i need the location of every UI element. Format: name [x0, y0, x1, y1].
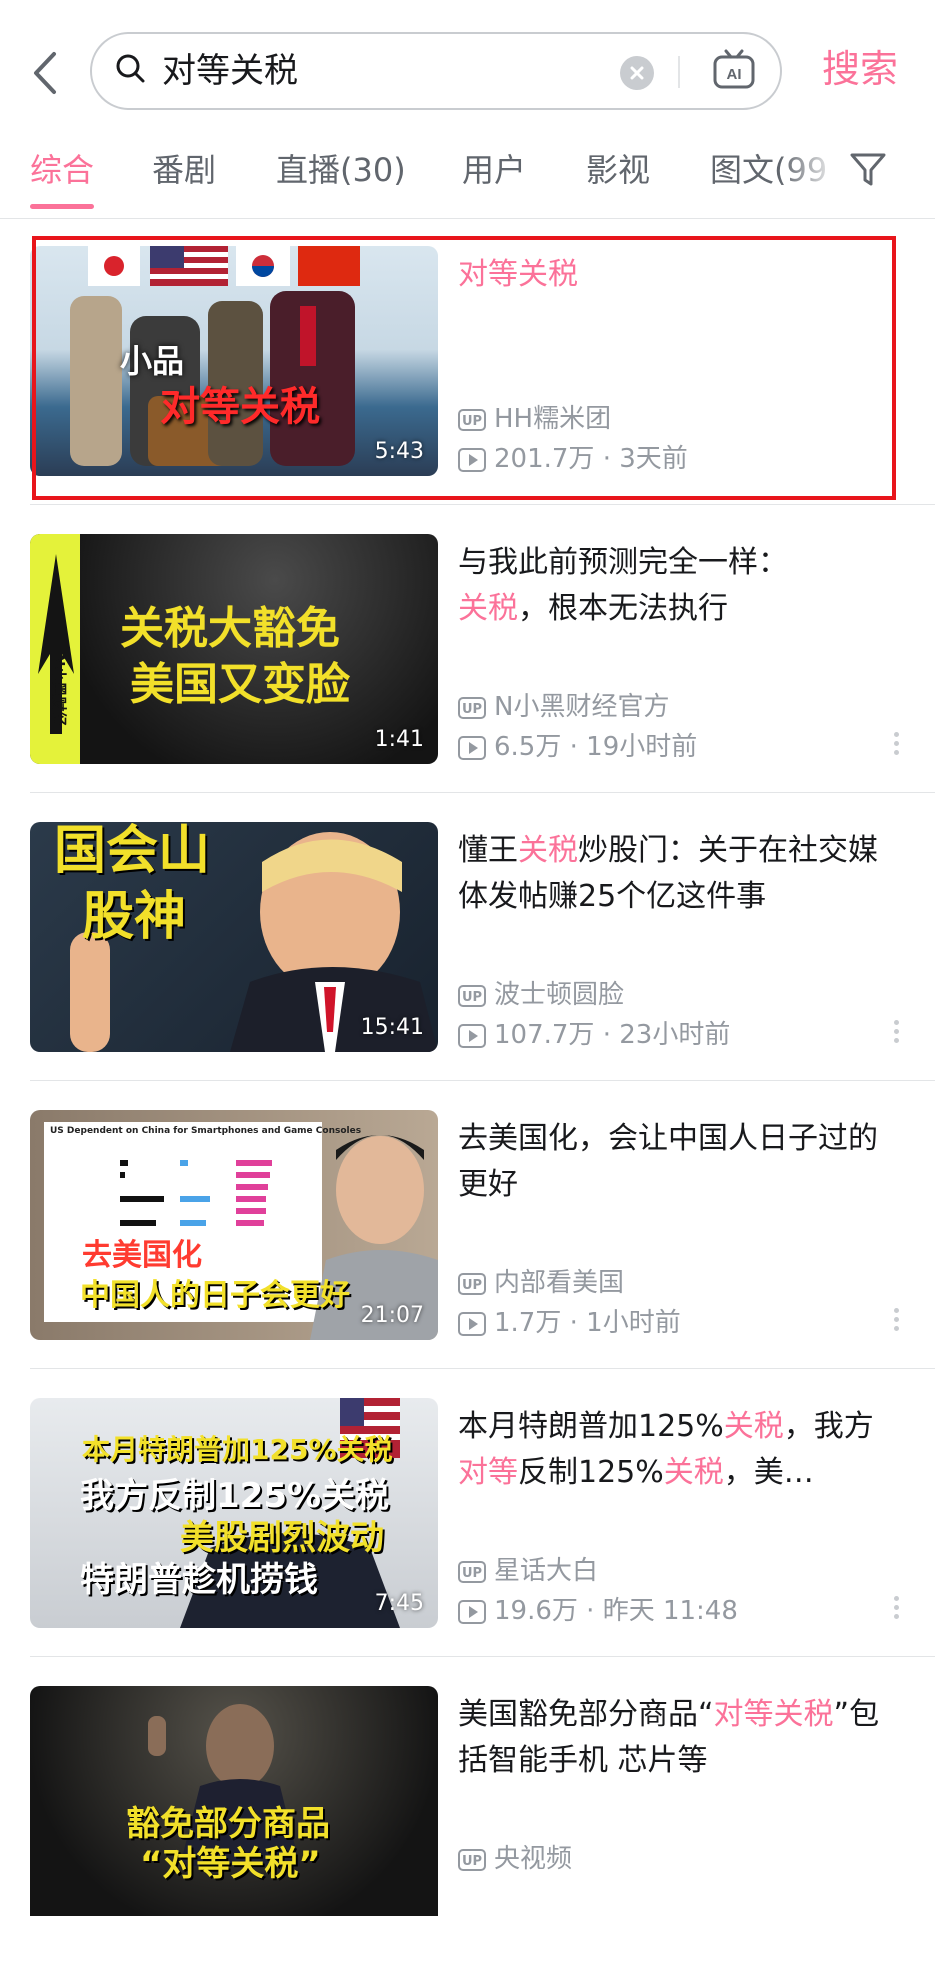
ai-assistant-icon[interactable]: AI: [712, 48, 756, 92]
up-badge-icon: UP: [458, 984, 486, 1007]
video-title[interactable]: 去美国化，会让中国人日子过的更好: [458, 1116, 898, 1208]
up-badge-icon: UP: [458, 1272, 486, 1295]
video-title[interactable]: 懂王关税炒股门：关于在社交媒体发帖赚25个亿这件事: [458, 828, 898, 920]
filter-icon[interactable]: [848, 150, 888, 190]
video-card[interactable]: 国会山 股神 15:41 懂王关税炒股门：关于在社交媒体发帖赚25个亿这件事 U…: [0, 822, 935, 1110]
play-count-icon: [458, 1311, 486, 1336]
tab-live[interactable]: 直播(30): [276, 148, 406, 192]
search-icon: [116, 54, 145, 83]
video-thumbnail[interactable]: US Dependent on China for Smartphones an…: [30, 1110, 438, 1340]
video-thumbnail[interactable]: 本月特朗普加125%关税 我方反制125%关税 美股剧烈波动 特朗普趁机捞钱 7…: [30, 1398, 438, 1628]
tab-active-indicator: [30, 204, 94, 209]
video-stats: 19.6万 · 昨天 11:48: [458, 1594, 738, 1628]
video-duration: 7:45: [374, 1591, 424, 1616]
more-options-icon[interactable]: [892, 732, 900, 762]
video-stats: 107.7万 · 23小时前: [458, 1018, 730, 1052]
list-divider: [30, 1080, 935, 1081]
uploader[interactable]: UP 波士顿圆脸: [458, 978, 624, 1012]
ai-icon-label: AI: [727, 66, 742, 83]
tab-all[interactable]: 综合: [30, 148, 94, 192]
video-card[interactable]: US Dependent on China for Smartphones an…: [0, 1110, 935, 1398]
tab-users[interactable]: 用户: [462, 148, 526, 192]
video-title[interactable]: 美国豁免部分商品“对等关税”包括智能手机 芯片等: [458, 1692, 898, 1784]
uploader[interactable]: UP 内部看美国: [458, 1266, 624, 1300]
up-badge-icon: UP: [458, 696, 486, 719]
play-count-icon: [458, 735, 486, 760]
tabs-divider: [0, 218, 935, 219]
thumbnail-text: “对等关税”: [140, 1844, 321, 1884]
video-stats: 1.7万 · 1小时前: [458, 1306, 681, 1340]
back-arrow-icon[interactable]: [26, 48, 66, 98]
thumbnail-text: 去美国化: [82, 1238, 202, 1273]
uploader[interactable]: UP N小黑财经官方: [458, 690, 669, 724]
uploader[interactable]: UP 央视频: [458, 1842, 572, 1876]
more-options-icon[interactable]: [892, 1308, 900, 1338]
video-stats: 6.5万 · 19小时前: [458, 730, 697, 764]
thumbnail-text: 关税大豁免: [120, 603, 340, 654]
thumbnail-text: 美国又变脸: [130, 659, 350, 710]
thumbnail-text: 特朗普趁机捞钱: [80, 1560, 318, 1600]
tab-movies[interactable]: 影视: [586, 148, 650, 192]
thumbnail-text: 中国人的日子会更好: [80, 1278, 350, 1313]
video-card[interactable]: N小黑财经 关税大豁免 美国又变脸 1:41 与我此前预测完全一样： 关税，根本无…: [0, 534, 935, 822]
more-options-icon[interactable]: [892, 1596, 900, 1626]
uploader[interactable]: UP 星话大白: [458, 1554, 598, 1588]
video-duration: 15:41: [360, 1015, 424, 1040]
list-divider: [30, 792, 935, 793]
list-divider: [30, 504, 935, 505]
tabs-fade: [780, 140, 840, 200]
search-divider: [678, 56, 680, 88]
video-thumbnail[interactable]: 国会山 股神 15:41: [30, 822, 438, 1052]
list-divider: [30, 1368, 935, 1369]
thumbnail-text: N小黑财经: [50, 654, 68, 727]
video-card[interactable]: 本月特朗普加125%关税 我方反制125%关税 美股剧烈波动 特朗普趁机捞钱 7…: [0, 1398, 935, 1686]
play-count-icon: [458, 1599, 486, 1624]
search-box[interactable]: 对等关税 AI: [90, 32, 782, 110]
video-card[interactable]: 豁免部分商品 “对等关税” 美国豁免部分商品“对等关税”包括智能手机 芯片等 U…: [0, 1686, 935, 1974]
video-thumbnail[interactable]: N小黑财经 关税大豁免 美国又变脸 1:41: [30, 534, 438, 764]
video-title[interactable]: 本月特朗普加125%关税，我方对等反制125%关税，美…: [458, 1404, 898, 1496]
search-button[interactable]: 搜索: [822, 44, 898, 94]
play-count-icon: [458, 1023, 486, 1048]
up-badge-icon: UP: [458, 1560, 486, 1583]
video-duration: 1:41: [374, 727, 424, 752]
thumbnail-text: 本月特朗普加125%关税: [82, 1433, 393, 1466]
video-title[interactable]: 与我此前预测完全一样： 关税，根本无法执行: [458, 540, 898, 632]
video-duration: 21:07: [360, 1303, 424, 1328]
more-options-icon[interactable]: [892, 1020, 900, 1050]
video-thumbnail[interactable]: 豁免部分商品 “对等关税”: [30, 1686, 438, 1916]
search-input[interactable]: 对等关税: [162, 49, 298, 93]
highlight-box: [32, 236, 896, 500]
list-divider: [30, 1656, 935, 1657]
clear-icon[interactable]: [620, 56, 654, 90]
thumbnail-text: 股神: [82, 887, 187, 947]
tab-bangumi[interactable]: 番剧: [152, 148, 216, 192]
